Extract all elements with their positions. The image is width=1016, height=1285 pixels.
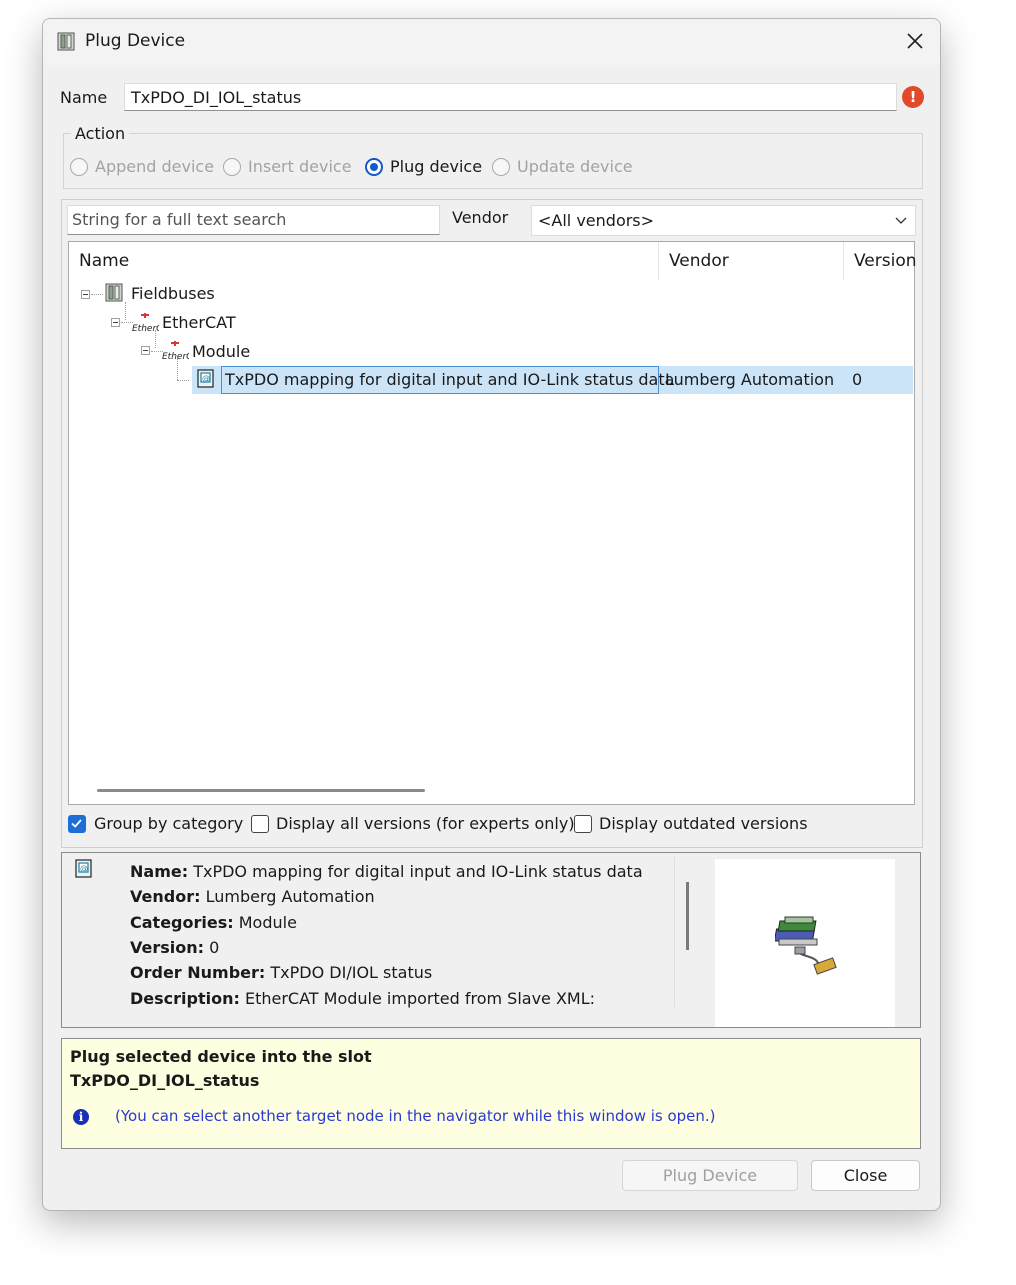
info-name: Name: TxPDO mapping for digital input an…: [130, 862, 643, 881]
search-input[interactable]: String for a full text search: [67, 205, 440, 235]
error-icon: !: [902, 86, 924, 108]
ethercat-icon: EtherCAT: [162, 341, 189, 362]
device-tree[interactable]: Name Vendor Version Fieldbuses EtherCAT …: [68, 241, 917, 805]
action-group-label: Action: [71, 124, 130, 143]
chevron-down-icon: [895, 217, 907, 224]
message-line1: Plug selected device into the slot: [70, 1047, 372, 1066]
horizontal-scrollbar[interactable]: [97, 789, 425, 792]
window-title: Plug Device: [85, 31, 186, 51]
group-by-category-label: Group by category: [94, 814, 244, 833]
display-outdated-checkbox[interactable]: [574, 815, 592, 833]
collapse-module-toggle[interactable]: [141, 346, 150, 355]
close-button[interactable]: Close: [811, 1160, 920, 1191]
device-icon: [57, 32, 75, 51]
info-description: Description: EtherCAT Module imported fr…: [130, 989, 596, 1008]
append-device-label: Append device: [95, 157, 215, 176]
plug-device-radio[interactable]: [365, 158, 383, 176]
plug-message-box: Plug selected device into the slot TxPDO…: [61, 1038, 921, 1149]
tree-node-device-vendor: Lumberg Automation: [665, 370, 835, 389]
info-icon: i: [73, 1109, 89, 1125]
title-bar: Plug Device: [43, 19, 940, 65]
ethercat-icon: EtherCAT: [132, 313, 159, 334]
device-library-icon: [775, 916, 837, 975]
device-info-box: @ Name: TxPDO mapping for digital input …: [61, 852, 921, 1028]
info-version: Version: 0: [130, 938, 220, 957]
message-line2: TxPDO_DI_IOL_status: [70, 1071, 260, 1090]
fieldbus-icon: [105, 283, 123, 302]
display-outdated-label: Display outdated versions: [599, 814, 808, 833]
group-by-category-checkbox[interactable]: [68, 815, 86, 833]
module-icon: @: [75, 859, 92, 878]
tree-node-module[interactable]: Module: [192, 342, 250, 361]
tree-node-ethercat[interactable]: EtherCAT: [162, 313, 236, 332]
column-header-vendor[interactable]: Vendor: [659, 242, 844, 280]
insert-device-label: Insert device: [248, 157, 352, 176]
svg-text:@: @: [202, 374, 210, 383]
name-input[interactable]: TxPDO_DI_IOL_status: [124, 83, 897, 111]
name-label: Name: [60, 88, 108, 107]
plug-device-label: Plug device: [390, 157, 483, 176]
collapse-fieldbuses-toggle[interactable]: [81, 290, 90, 299]
vendor-select-value: <All vendors>: [538, 211, 655, 230]
check-icon: [71, 819, 82, 828]
tree-node-fieldbuses[interactable]: Fieldbuses: [131, 284, 215, 303]
info-categories: Categories: Module: [130, 913, 297, 932]
tree-node-device[interactable]: TxPDO mapping for digital input and IO-L…: [225, 370, 674, 389]
collapse-ethercat-toggle[interactable]: [111, 318, 120, 327]
svg-text:EtherCAT: EtherCAT: [162, 352, 189, 362]
plug-device-button[interactable]: Plug Device: [622, 1160, 798, 1191]
info-divider: [674, 857, 675, 1007]
column-header-version[interactable]: Version: [844, 242, 917, 280]
message-hint: (You can select another target node in t…: [115, 1107, 716, 1125]
plug-device-dialog: Plug Device Name TxPDO_DI_IOL_status ! A…: [42, 18, 941, 1211]
update-device-label: Update device: [517, 157, 633, 176]
vendor-filter-label: Vendor: [452, 208, 509, 227]
update-device-radio[interactable]: [492, 158, 510, 176]
display-all-versions-label: Display all versions (for experts only): [276, 814, 575, 833]
info-order-number: Order Number: TxPDO DI/IOL status: [130, 963, 433, 982]
svg-text:EtherCAT: EtherCAT: [132, 324, 159, 334]
tree-node-device-version: 0: [852, 370, 863, 389]
svg-text:@: @: [80, 864, 88, 873]
insert-device-radio[interactable]: [223, 158, 241, 176]
info-vendor: Vendor: Lumberg Automation: [130, 887, 375, 906]
column-header-name[interactable]: Name: [69, 242, 659, 280]
close-icon[interactable]: [904, 30, 926, 52]
module-icon: @: [197, 369, 214, 388]
info-scrollbar[interactable]: [686, 882, 689, 950]
device-preview: [715, 859, 895, 1027]
append-device-radio[interactable]: [70, 158, 88, 176]
vendor-select[interactable]: <All vendors>: [531, 205, 916, 236]
display-all-versions-checkbox[interactable]: [251, 815, 269, 833]
